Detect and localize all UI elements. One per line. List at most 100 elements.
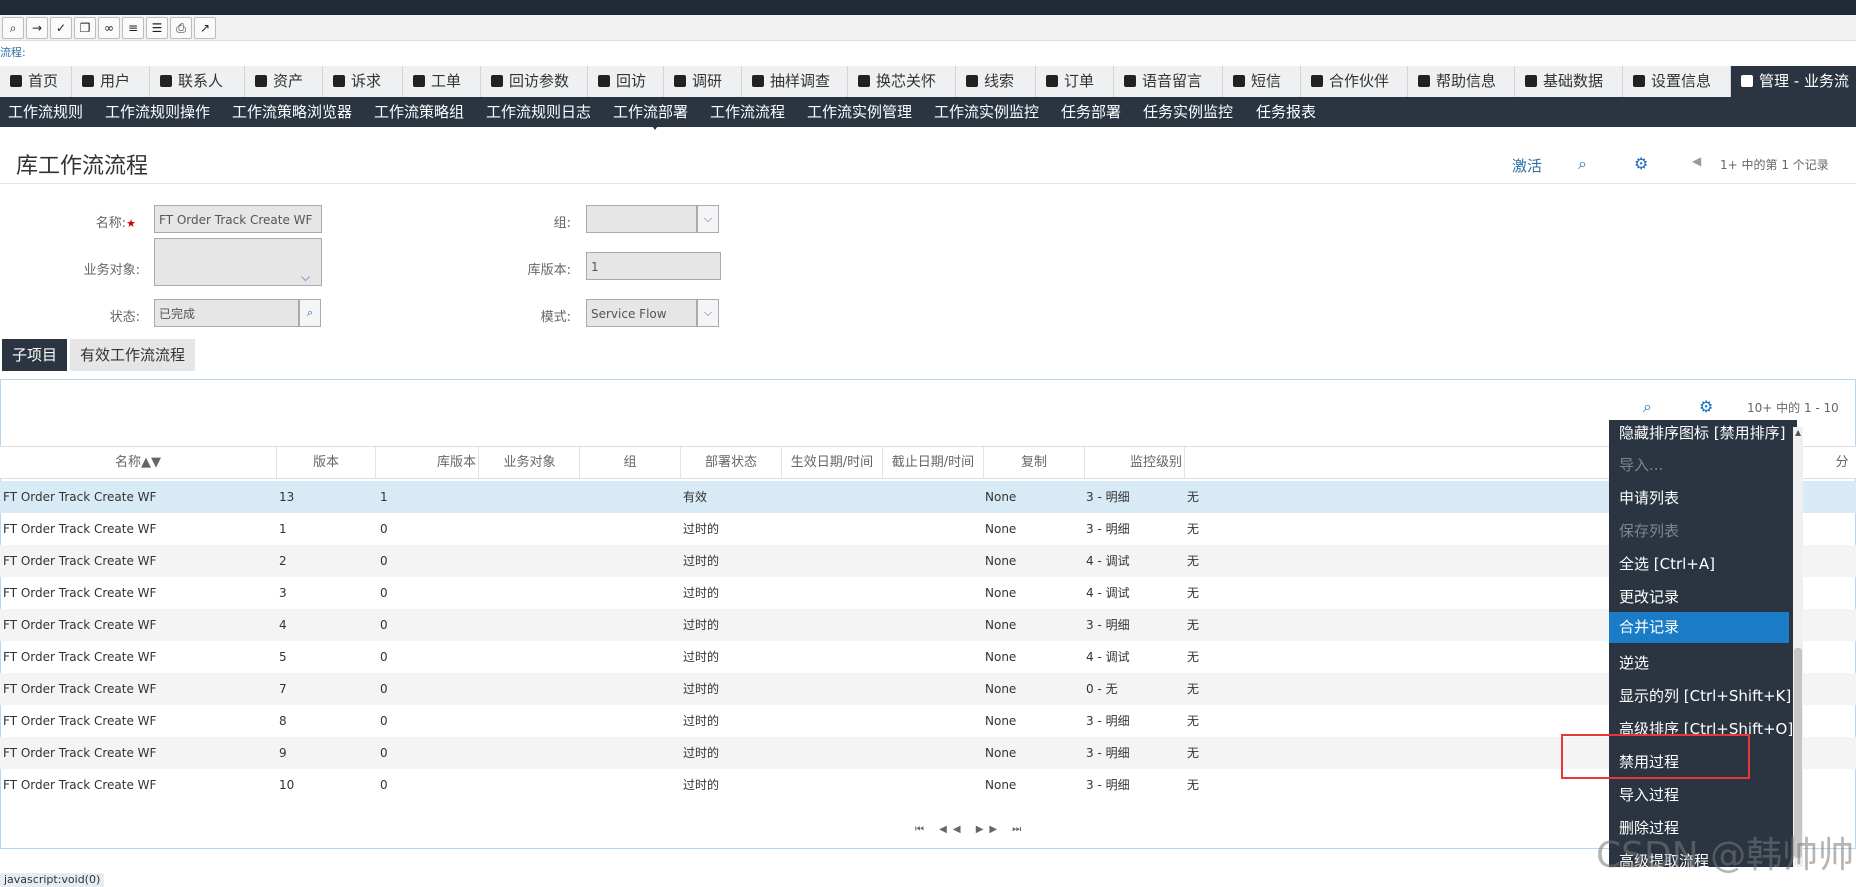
cell-name: FT Order Track Create WF xyxy=(3,650,157,664)
tab-callback-params[interactable]: 回访参数 xyxy=(481,66,588,97)
list-icon[interactable]: ≡ xyxy=(122,17,144,39)
column-header-replicate[interactable]: 复制 xyxy=(984,447,1085,478)
tab-admin-workflow[interactable]: 管理 - 业务流 xyxy=(1731,66,1856,97)
menu-item-save-list[interactable]: 保存列表 xyxy=(1619,520,1679,541)
breadcrumb[interactable]: 流程: xyxy=(0,44,26,60)
prev-record-icon[interactable]: ◀ xyxy=(1692,154,1701,168)
tab-home[interactable]: 首页 xyxy=(0,66,72,97)
column-header-group[interactable]: 组 xyxy=(580,447,681,478)
menu-item-columns-displayed[interactable]: 显示的列 [Ctrl+Shift+K] xyxy=(1619,685,1791,706)
library-version-field[interactable]: 1 xyxy=(586,252,721,280)
menu-item-hide-sort-icons[interactable]: 隐藏排序图标 [禁用排序] xyxy=(1619,422,1785,443)
tab-filter-care[interactable]: 换芯关怀 xyxy=(848,66,956,97)
column-header-expiry-date[interactable]: 截止日期/时间 xyxy=(883,447,984,478)
pagination-controls[interactable]: ⏮ ◀◀ ▶▶ ⏭ xyxy=(915,824,1027,835)
lookup-icon[interactable]: ⌕ xyxy=(299,299,321,327)
tab-partners[interactable]: 合作伙伴 xyxy=(1301,66,1408,97)
tab-users[interactable]: 用户 xyxy=(72,66,150,97)
tab-workorders[interactable]: 工单 xyxy=(403,66,481,97)
gear-icon[interactable]: ⚙ xyxy=(1699,397,1713,416)
tab-contacts[interactable]: 联系人 xyxy=(150,66,245,97)
mode-field[interactable]: Service Flow xyxy=(586,299,697,327)
subnav-task-deploy[interactable]: 任务部署 xyxy=(1061,97,1121,127)
tab-children[interactable]: 子项目 xyxy=(2,339,68,371)
cell-replicate: None xyxy=(985,650,1017,664)
list-header: 名称▲▼ 版本 库版本 业务对象 组 部署状态 生效日期/时间 截止日期/时间 … xyxy=(0,446,1856,479)
tab-orders[interactable]: 订单 xyxy=(1036,66,1114,97)
link-icon[interactable]: ∞ xyxy=(98,17,120,39)
table-row[interactable]: FT Order Track Create WF 1 0 过时的 None 3 … xyxy=(0,513,1856,545)
document-icon[interactable]: ☰ xyxy=(146,17,168,39)
subnav-wf-policy-groups[interactable]: 工作流策略组 xyxy=(374,97,464,127)
go-icon[interactable]: → xyxy=(26,17,48,39)
column-header-effective-date[interactable]: 生效日期/时间 xyxy=(782,447,883,478)
table-row[interactable]: FT Order Track Create WF 2 0 过时的 None 4 … xyxy=(0,545,1856,577)
copy-icon[interactable]: ❐ xyxy=(74,17,96,39)
context-menu: 隐藏排序图标 [禁用排序] 导入... 申请列表 保存列表 全选 [Ctrl+A… xyxy=(1609,420,1797,867)
column-header-business-object[interactable]: 业务对象 xyxy=(480,447,580,478)
tab-sms[interactable]: 短信 xyxy=(1223,66,1301,97)
query-icon[interactable]: ⌕ xyxy=(1643,397,1652,417)
tab-help[interactable]: 帮助信息 xyxy=(1408,66,1515,97)
tab-requests[interactable]: 诉求 xyxy=(323,66,403,97)
menu-item-apply-list[interactable]: 申请列表 xyxy=(1619,487,1679,508)
chevron-down-icon[interactable]: ⌵ xyxy=(697,299,719,327)
subnav-wf-instance-mgmt[interactable]: 工作流实例管理 xyxy=(807,97,912,127)
chevron-down-icon[interactable]: ⌵ xyxy=(697,205,719,233)
tab-survey[interactable]: 调研 xyxy=(664,66,742,97)
tab-settings[interactable]: 设置信息 xyxy=(1623,66,1731,97)
tab-leads[interactable]: 线索 xyxy=(956,66,1036,97)
table-row[interactable]: FT Order Track Create WF 5 0 过时的 None 4 … xyxy=(0,641,1856,673)
subnav-wf-rule-log[interactable]: 工作流规则日志 xyxy=(486,97,591,127)
name-field[interactable]: FT Order Track Create WF xyxy=(154,205,322,233)
column-header-monitor-level[interactable]: 监控级别 xyxy=(1085,447,1185,478)
column-header-more[interactable]: 分 xyxy=(1828,447,1856,478)
cell-extra: 无 xyxy=(1187,522,1200,536)
tab-sampling[interactable]: 抽样调查 xyxy=(742,66,848,97)
subnav-wf-policy-browser[interactable]: 工作流策略浏览器 xyxy=(232,97,352,127)
column-header-library-version[interactable]: 库版本 xyxy=(376,447,479,478)
subnav-wf-rules[interactable]: 工作流规则 xyxy=(8,97,83,127)
menu-item-import-process[interactable]: 导入过程 xyxy=(1619,784,1679,805)
menu-item-change-records[interactable]: 更改记录 xyxy=(1619,586,1679,607)
name-label: 名称:★ xyxy=(95,216,136,231)
group-field[interactable] xyxy=(586,205,697,233)
chart-icon[interactable]: ↗ xyxy=(194,17,216,39)
tab-voicemail[interactable]: 语音留言 xyxy=(1114,66,1223,97)
menu-item-merge-records[interactable]: 合并记录 xyxy=(1609,612,1789,643)
tab-active-workflow-process[interactable]: 有效工作流流程 xyxy=(70,339,196,371)
subnav-wf-rule-actions[interactable]: 工作流规则操作 xyxy=(105,97,210,127)
business-object-field[interactable] xyxy=(154,238,322,286)
chevron-down-icon[interactable]: ⌵ xyxy=(301,270,310,285)
table-row[interactable]: FT Order Track Create WF 13 1 有效 None 3 … xyxy=(0,481,1856,513)
subnav-wf-process[interactable]: 工作流流程 xyxy=(710,97,785,127)
column-header-version[interactable]: 版本 xyxy=(277,447,376,478)
table-row[interactable]: FT Order Track Create WF 4 0 过时的 None 3 … xyxy=(0,609,1856,641)
table-row[interactable]: FT Order Track Create WF 7 0 过时的 None 0 … xyxy=(0,673,1856,705)
tab-callback[interactable]: 回访 xyxy=(588,66,664,97)
activate-link[interactable]: 激活 xyxy=(1512,155,1542,176)
search-icon[interactable]: ⌕ xyxy=(2,17,24,39)
query-icon[interactable]: ⌕ xyxy=(1578,154,1587,174)
clipboard-check-icon[interactable]: ✓ xyxy=(50,17,72,39)
menu-item-invert-selection[interactable]: 逆选 xyxy=(1619,652,1649,673)
table-row[interactable]: FT Order Track Create WF 3 0 过时的 None 4 … xyxy=(0,577,1856,609)
subnav-task-reports[interactable]: 任务报表 xyxy=(1256,97,1316,127)
cell-replicate: None xyxy=(985,490,1017,504)
scroll-up-icon[interactable]: ▲ xyxy=(1795,428,1801,437)
gear-icon[interactable]: ⚙ xyxy=(1634,154,1648,173)
table-row[interactable]: FT Order Track Create WF 8 0 过时的 None 3 … xyxy=(0,705,1856,737)
tab-basic-data[interactable]: 基础数据 xyxy=(1515,66,1623,97)
cell-deploy-status: 过时的 xyxy=(683,618,720,632)
status-field[interactable]: 已完成 xyxy=(154,299,299,327)
column-header-deploy-status[interactable]: 部署状态 xyxy=(681,447,782,478)
print-icon[interactable]: ⎙ xyxy=(170,17,192,39)
record-counter: 1+ 中的第 1 个记录 xyxy=(1720,158,1829,172)
tab-assets[interactable]: 资产 xyxy=(245,66,323,97)
subnav-wf-instance-monitor[interactable]: 工作流实例监控 xyxy=(934,97,1039,127)
column-header-name[interactable]: 名称▲▼ xyxy=(0,447,277,478)
subnav-task-instance-monitor[interactable]: 任务实例监控 xyxy=(1143,97,1233,127)
menu-item-import[interactable]: 导入... xyxy=(1619,454,1663,475)
cell-name: FT Order Track Create WF xyxy=(3,778,157,792)
menu-item-select-all[interactable]: 全选 [Ctrl+A] xyxy=(1619,553,1715,574)
